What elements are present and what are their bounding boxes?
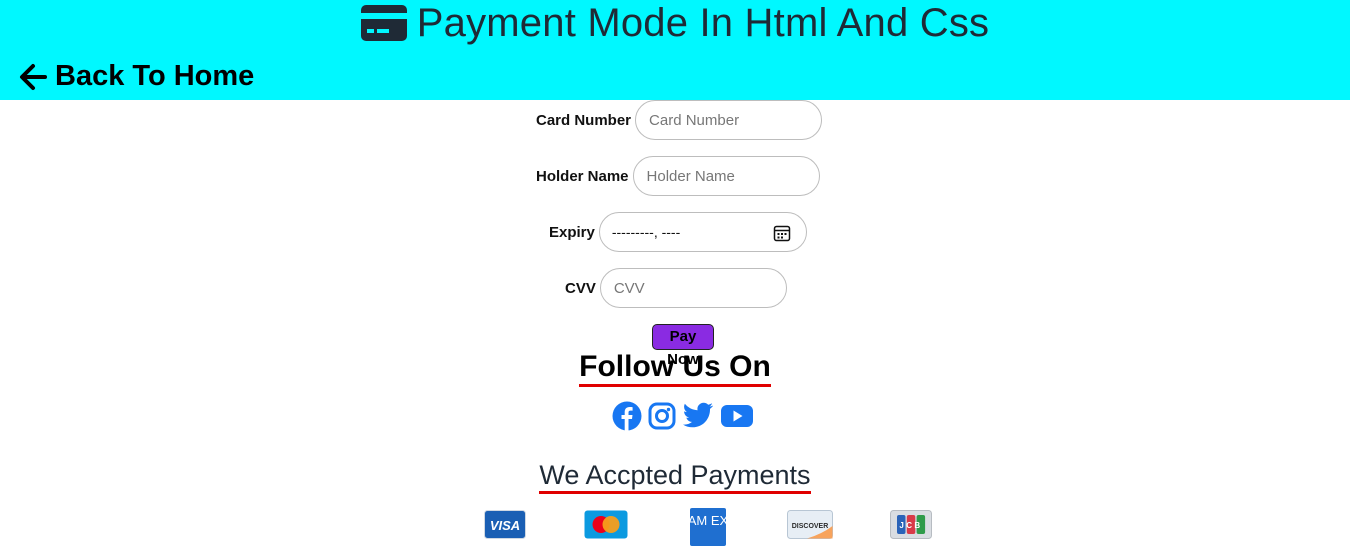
- jcb-icon: JCB: [890, 510, 932, 539]
- facebook-icon[interactable]: [612, 401, 642, 431]
- holder-name-row: Holder Name: [536, 156, 820, 196]
- page-header: Payment Mode In Html And Css Back To Hom…: [0, 0, 1350, 100]
- card-number-label: Card Number: [536, 111, 632, 129]
- cvv-input[interactable]: [599, 268, 787, 308]
- card-number-row: Card Number: [536, 100, 823, 140]
- visa-icon: VISA: [484, 510, 526, 539]
- cvv-row: CVV: [565, 268, 787, 308]
- youtube-icon[interactable]: [720, 403, 754, 429]
- svg-text:JCB: JCB: [899, 521, 922, 530]
- back-to-home-label: Back To Home: [55, 60, 255, 92]
- card-number-input[interactable]: [635, 100, 823, 140]
- arrow-left-icon: [20, 63, 47, 90]
- amex-icon: AM EX: [690, 508, 726, 546]
- svg-text:DISCOVER: DISCOVER: [792, 523, 829, 530]
- accepted-payments-title: We Accpted Payments: [539, 460, 811, 494]
- page-title: Payment Mode In Html And Css: [416, 0, 990, 45]
- svg-text:AM EX: AM EX: [690, 513, 726, 528]
- title-row: Payment Mode In Html And Css: [0, 0, 1350, 46]
- credit-card-icon: [360, 5, 407, 41]
- svg-text:VISA: VISA: [490, 518, 520, 533]
- expiry-input[interactable]: ---------, ----: [598, 212, 807, 252]
- mastercard-icon: [584, 510, 628, 539]
- discover-icon: DISCOVER: [787, 510, 833, 539]
- expiry-row: Expiry ---------, ----: [549, 212, 807, 252]
- pay-now-button[interactable]: Pay Now: [652, 324, 714, 368]
- follow-us-title: Follow Us On: [579, 350, 771, 387]
- expiry-value: ---------, ----: [611, 224, 681, 240]
- instagram-icon[interactable]: [648, 402, 676, 430]
- cvv-label: CVV: [565, 279, 596, 297]
- follow-us-heading: Follow Us On: [0, 350, 1350, 387]
- accepted-payments-heading: We Accpted Payments: [0, 460, 1350, 494]
- twitter-icon[interactable]: [682, 402, 714, 430]
- expiry-label: Expiry: [549, 223, 595, 241]
- social-icons: [612, 401, 760, 431]
- back-to-home-link[interactable]: Back To Home: [19, 60, 254, 93]
- holder-name-label: Holder Name: [536, 167, 629, 185]
- holder-name-input[interactable]: [632, 156, 820, 196]
- calendar-icon[interactable]: [773, 224, 791, 242]
